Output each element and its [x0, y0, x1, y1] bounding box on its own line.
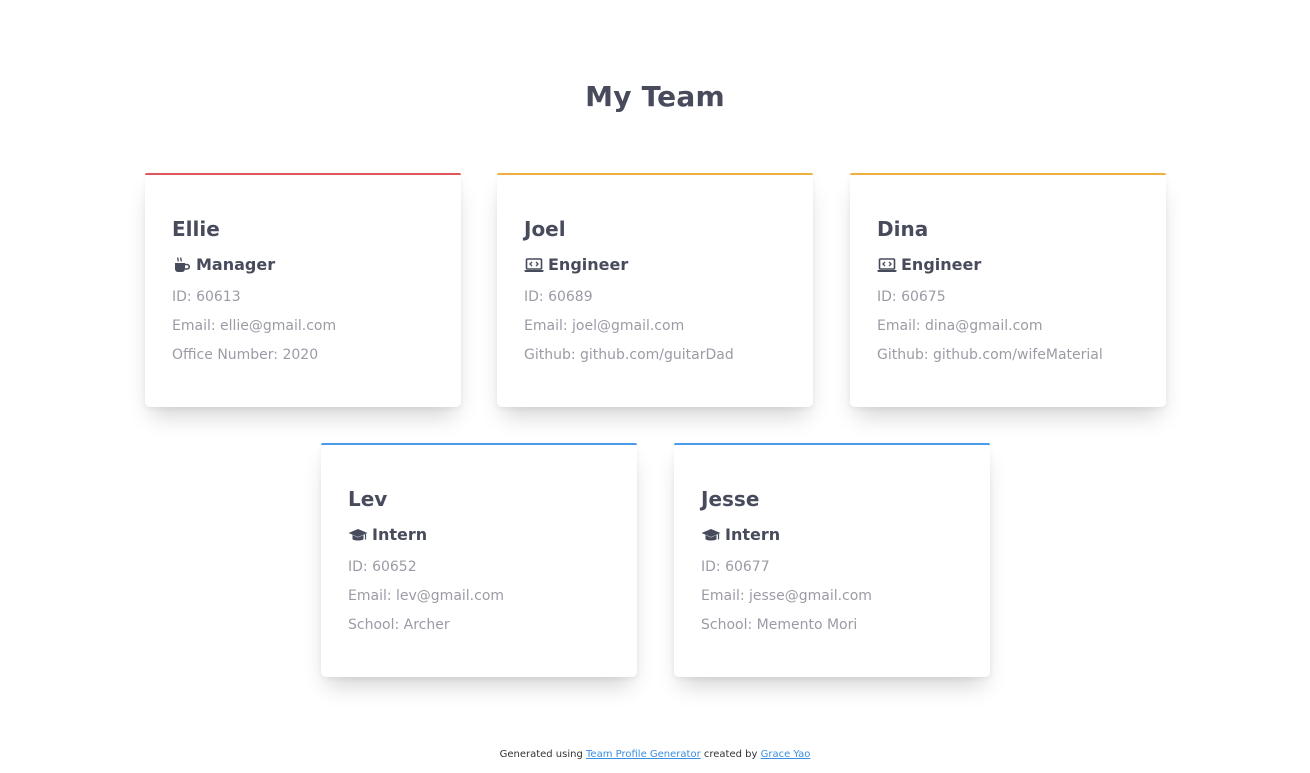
page-title: My Team	[585, 80, 725, 113]
laptop-code-icon	[524, 256, 544, 274]
card-role: Manager	[172, 255, 435, 275]
card-role-label: Intern	[725, 525, 781, 544]
card-email: Email: joel@gmail.com	[524, 318, 685, 334]
card-role: Engineer	[524, 255, 787, 275]
team-card-engineer: Joel Engineer ID: 60689 Email: joel@gmai…	[497, 173, 813, 407]
card-name: Joel	[524, 217, 566, 241]
card-role: Intern	[701, 525, 964, 545]
card-id: ID: 60613	[172, 289, 241, 305]
author-link[interactable]: Grace Yao	[761, 749, 811, 760]
card-school: School: Memento Mori	[701, 617, 858, 633]
card-name: Dina	[877, 217, 929, 241]
card-email: Email: lev@gmail.com	[348, 588, 505, 604]
card-github: Github: github.com/guitarDad	[524, 347, 734, 363]
card-id: ID: 60652	[348, 559, 417, 575]
card-school: School: Archer	[348, 617, 450, 633]
graduation-cap-icon	[701, 526, 721, 544]
card-name: Ellie	[172, 217, 220, 241]
card-role-label: Engineer	[548, 255, 629, 274]
card-name: Jesse	[701, 487, 760, 511]
graduation-cap-icon	[348, 526, 368, 544]
laptop-code-icon	[877, 256, 897, 274]
card-role: Intern	[348, 525, 611, 545]
card-id: ID: 60675	[877, 289, 946, 305]
coffee-icon	[172, 256, 192, 274]
card-role: Engineer	[877, 255, 1140, 275]
card-role-label: Manager	[196, 255, 276, 274]
team-card-intern: Jesse Intern ID: 60677 Email: jesse@gmai…	[674, 443, 990, 677]
team-card-engineer: Dina Engineer ID: 60675 Email: dina@gmai…	[850, 173, 1166, 407]
card-id: ID: 60689	[524, 289, 593, 305]
card-role-label: Engineer	[901, 255, 982, 274]
card-github: Github: github.com/wifeMaterial	[877, 347, 1103, 363]
card-office-number: Office Number: 2020	[172, 347, 319, 363]
team-card-manager: Ellie Manager ID: 60613 Email: ellie@gma…	[145, 173, 461, 407]
footer-middle: created by	[703, 749, 758, 760]
card-name: Lev	[348, 487, 388, 511]
page: My Team Ellie Manager ID: 60613 Email: e…	[0, 0, 1310, 773]
card-email: Email: ellie@gmail.com	[172, 318, 337, 334]
card-email: Email: dina@gmail.com	[877, 318, 1043, 334]
footer: Generated using Team Profile Generator c…	[0, 749, 1310, 760]
footer-prefix: Generated using	[499, 749, 583, 760]
card-email: Email: jesse@gmail.com	[701, 588, 872, 604]
team-card-intern: Lev Intern ID: 60652 Email: lev@gmail.co…	[321, 443, 637, 677]
team-profile-generator-link[interactable]: Team Profile Generator	[586, 749, 701, 760]
card-role-label: Intern	[372, 525, 428, 544]
card-id: ID: 60677	[701, 559, 770, 575]
